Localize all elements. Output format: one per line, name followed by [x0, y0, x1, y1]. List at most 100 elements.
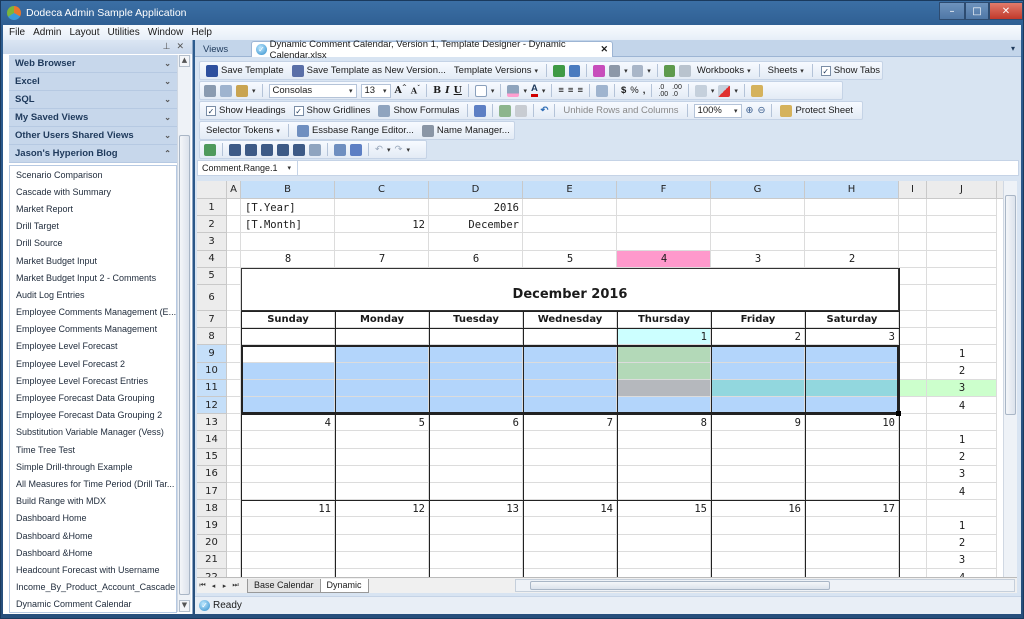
grid-cell[interactable] — [805, 465, 899, 483]
grid-cell[interactable] — [711, 483, 805, 501]
sidebar-group[interactable]: Excel ⌄ — [9, 73, 177, 91]
tab-document[interactable]: ✓ Dynamic Comment Calendar, Version 1, T… — [251, 39, 613, 61]
show-tabs-checkbox[interactable]: ✓ Show Tabs — [819, 65, 882, 76]
grid-cell[interactable] — [241, 233, 335, 251]
sidebar-item[interactable]: Time Tree Test — [10, 441, 176, 458]
row-header[interactable]: 2 — [197, 216, 227, 234]
grid-cell[interactable] — [899, 414, 927, 432]
chevron-down-icon[interactable]: ⌄ — [164, 113, 171, 122]
currency-button[interactable]: $ — [621, 85, 626, 96]
grid-cell[interactable] — [335, 483, 429, 501]
workbook-icon[interactable] — [679, 64, 691, 77]
row-header[interactable]: 11 — [197, 379, 227, 397]
scroll-up-icon[interactable]: ▲ — [179, 55, 190, 67]
grid-cell[interactable] — [805, 448, 899, 466]
horizontal-scroll-thumb[interactable] — [530, 581, 830, 590]
grid-cell[interactable] — [429, 517, 523, 535]
row-header[interactable]: 1 — [197, 199, 227, 217]
grid-cell[interactable] — [227, 517, 241, 535]
column-header[interactable]: I — [899, 181, 927, 199]
grid-cell[interactable] — [241, 328, 335, 346]
row-header[interactable]: 15 — [197, 448, 227, 466]
grid-cell[interactable] — [927, 250, 997, 268]
scroll-down-icon[interactable]: ▼ — [179, 600, 190, 612]
dropdown-arrow-icon[interactable]: ▾ — [647, 67, 651, 75]
align-right-icon[interactable]: ≡ — [577, 85, 583, 96]
grid-cell[interactable] — [523, 431, 617, 449]
row-header[interactable]: 3 — [197, 233, 227, 251]
column-header[interactable]: B — [241, 181, 335, 199]
excel-import-icon[interactable] — [568, 64, 581, 77]
grid-cell[interactable] — [617, 483, 711, 501]
sidebar-item[interactable]: Employee Level Forecast 2 — [10, 355, 176, 372]
grid-icon[interactable] — [474, 104, 487, 117]
sidebar-item[interactable]: Substitution Variable Manager (Vess) — [10, 424, 176, 441]
tree-icon[interactable] — [350, 143, 362, 156]
sidebar-item[interactable]: Scenario Comparison — [10, 166, 176, 183]
grid-cell[interactable] — [523, 534, 617, 552]
grid-cell[interactable] — [899, 216, 927, 234]
grid-cell[interactable] — [805, 517, 899, 535]
grid-cell[interactable] — [899, 362, 927, 380]
sidebar-item[interactable]: Income_By_Product_Account_Cascade — [10, 579, 176, 596]
pivot-icon[interactable] — [309, 143, 321, 156]
maximize-button[interactable]: □ — [965, 2, 989, 20]
grid-cell[interactable] — [617, 199, 711, 217]
selector-tokens-dropdown[interactable]: Selector Tokens ▾ — [204, 125, 282, 136]
zoom-out-data-icon[interactable] — [261, 143, 273, 156]
grid-cell[interactable] — [241, 448, 335, 466]
sidebar-item[interactable]: Employee Comments Management — [10, 321, 176, 338]
grid-cell[interactable] — [335, 465, 429, 483]
grid-cell[interactable] — [899, 345, 927, 363]
zoom-select[interactable]: 100% ▾ — [693, 103, 742, 118]
pin-icon[interactable]: ⊥ — [163, 42, 171, 52]
grid-cell[interactable] — [711, 233, 805, 251]
name-box[interactable]: Comment.Range.1 ▾ — [198, 161, 298, 175]
zoom-out-icon[interactable]: ⊖ — [758, 105, 766, 116]
sidebar-item[interactable]: Build Range with MDX — [10, 493, 176, 510]
zoom-in-data-icon[interactable] — [245, 143, 257, 156]
select-all-corner[interactable] — [197, 181, 227, 199]
grid-cell[interactable] — [429, 448, 523, 466]
grid-cell[interactable] — [805, 199, 899, 217]
grid-cell[interactable] — [617, 216, 711, 234]
sidebar-item[interactable]: Cascade with Summary — [10, 183, 176, 200]
increase-decimal-icon[interactable]: .0.00 — [658, 84, 668, 98]
grid-cell[interactable] — [227, 250, 241, 268]
row-header[interactable]: 8 — [197, 328, 227, 346]
grid-cell[interactable] — [227, 345, 241, 363]
grid-cell[interactable] — [227, 448, 241, 466]
connect-icon[interactable] — [204, 143, 216, 156]
chevron-down-icon[interactable]: ⌄ — [164, 77, 171, 86]
protect-sheet-button[interactable]: Protect Sheet — [778, 104, 855, 117]
sidebar-item[interactable]: Market Report — [10, 200, 176, 217]
sidebar-close-icon[interactable]: ✕ — [176, 42, 184, 52]
grid-cell[interactable] — [617, 569, 711, 577]
bold-button[interactable]: B — [433, 85, 441, 96]
save-template-button[interactable]: Save Template — [204, 64, 286, 77]
row-header[interactable]: 9 — [197, 345, 227, 363]
sidebar-item[interactable]: Employee Forecast Data Grouping — [10, 389, 176, 406]
sidebar-scroll-thumb[interactable] — [179, 135, 190, 595]
close-button[interactable]: ✕ — [989, 2, 1023, 20]
merge-cells-icon[interactable] — [595, 84, 608, 97]
print-icon[interactable] — [608, 64, 621, 77]
sidebar-item[interactable]: Employee Level Forecast Entries — [10, 372, 176, 389]
dropdown-arrow-icon[interactable]: ▾ — [406, 146, 410, 154]
grid-cell[interactable] — [227, 328, 241, 346]
dropdown-arrow-icon[interactable]: ▾ — [624, 67, 628, 75]
grid-cell[interactable] — [617, 448, 711, 466]
row-header[interactable]: 6 — [197, 285, 227, 311]
row-header[interactable]: 13 — [197, 414, 227, 432]
grid-cell[interactable] — [711, 465, 805, 483]
grid-cell[interactable] — [711, 551, 805, 569]
grid-cell[interactable] — [429, 551, 523, 569]
grid-cell[interactable] — [241, 569, 335, 577]
sheets-dropdown[interactable]: Sheets ▾ — [766, 65, 806, 76]
grid-cell[interactable] — [523, 483, 617, 501]
row-header[interactable]: 12 — [197, 397, 227, 415]
grid-cell[interactable] — [805, 534, 899, 552]
grid-cell[interactable] — [523, 233, 617, 251]
grid-cell[interactable] — [899, 431, 927, 449]
grid-cell[interactable] — [617, 431, 711, 449]
